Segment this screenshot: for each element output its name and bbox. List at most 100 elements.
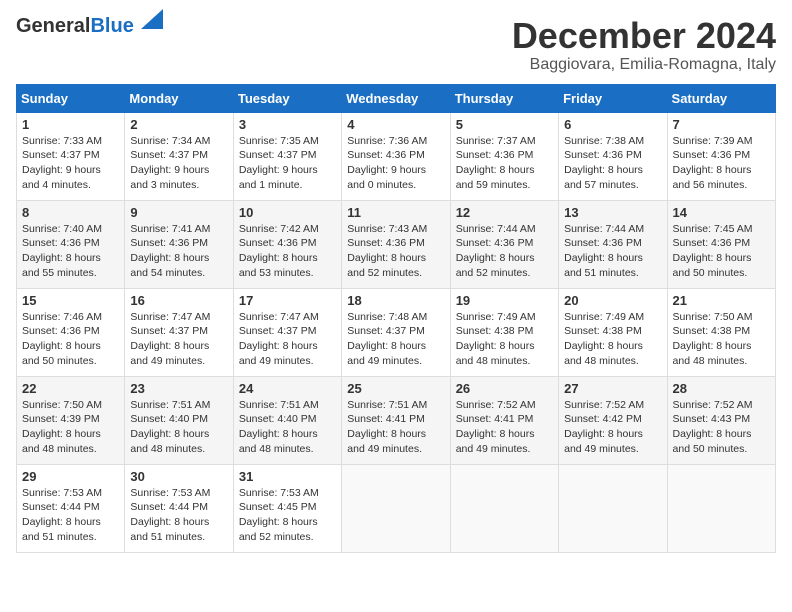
day-info: Sunrise: 7:38 AMSunset: 4:36 PMDaylight:… — [564, 135, 644, 191]
calendar-week-3: 15 Sunrise: 7:46 AMSunset: 4:36 PMDaylig… — [17, 288, 776, 376]
logo-general-text: General — [16, 15, 90, 37]
day-info: Sunrise: 7:51 AMSunset: 4:40 PMDaylight:… — [130, 399, 210, 455]
day-info: Sunrise: 7:51 AMSunset: 4:41 PMDaylight:… — [347, 399, 427, 455]
calendar-cell: 24 Sunrise: 7:51 AMSunset: 4:40 PMDaylig… — [233, 376, 341, 464]
logo-text: GeneralBlue — [16, 16, 163, 37]
day-number: 4 — [347, 117, 444, 132]
day-info: Sunrise: 7:49 AMSunset: 4:38 PMDaylight:… — [456, 311, 536, 367]
calendar-cell: 30 Sunrise: 7:53 AMSunset: 4:44 PMDaylig… — [125, 464, 233, 552]
calendar-cell: 20 Sunrise: 7:49 AMSunset: 4:38 PMDaylig… — [559, 288, 667, 376]
day-number: 24 — [239, 381, 336, 396]
day-number: 7 — [673, 117, 770, 132]
col-monday: Monday — [125, 84, 233, 112]
calendar-week-4: 22 Sunrise: 7:50 AMSunset: 4:39 PMDaylig… — [17, 376, 776, 464]
day-info: Sunrise: 7:48 AMSunset: 4:37 PMDaylight:… — [347, 311, 427, 367]
day-info: Sunrise: 7:45 AMSunset: 4:36 PMDaylight:… — [673, 223, 753, 279]
col-sunday: Sunday — [17, 84, 125, 112]
day-number: 18 — [347, 293, 444, 308]
col-friday: Friday — [559, 84, 667, 112]
day-info: Sunrise: 7:47 AMSunset: 4:37 PMDaylight:… — [130, 311, 210, 367]
calendar-cell: 8 Sunrise: 7:40 AMSunset: 4:36 PMDayligh… — [17, 200, 125, 288]
day-number: 21 — [673, 293, 770, 308]
day-info: Sunrise: 7:33 AMSunset: 4:37 PMDaylight:… — [22, 135, 102, 191]
header-row: Sunday Monday Tuesday Wednesday Thursday… — [17, 84, 776, 112]
day-info: Sunrise: 7:53 AMSunset: 4:44 PMDaylight:… — [130, 487, 210, 543]
day-info: Sunrise: 7:46 AMSunset: 4:36 PMDaylight:… — [22, 311, 102, 367]
calendar-cell: 12 Sunrise: 7:44 AMSunset: 4:36 PMDaylig… — [450, 200, 558, 288]
day-info: Sunrise: 7:44 AMSunset: 4:36 PMDaylight:… — [564, 223, 644, 279]
day-info: Sunrise: 7:36 AMSunset: 4:36 PMDaylight:… — [347, 135, 427, 191]
day-number: 28 — [673, 381, 770, 396]
calendar-cell: 22 Sunrise: 7:50 AMSunset: 4:39 PMDaylig… — [17, 376, 125, 464]
day-info: Sunrise: 7:52 AMSunset: 4:42 PMDaylight:… — [564, 399, 644, 455]
calendar-cell: 17 Sunrise: 7:47 AMSunset: 4:37 PMDaylig… — [233, 288, 341, 376]
day-number: 25 — [347, 381, 444, 396]
day-info: Sunrise: 7:49 AMSunset: 4:38 PMDaylight:… — [564, 311, 644, 367]
day-info: Sunrise: 7:52 AMSunset: 4:43 PMDaylight:… — [673, 399, 753, 455]
day-info: Sunrise: 7:42 AMSunset: 4:36 PMDaylight:… — [239, 223, 319, 279]
day-number: 22 — [22, 381, 119, 396]
day-info: Sunrise: 7:44 AMSunset: 4:36 PMDaylight:… — [456, 223, 536, 279]
day-info: Sunrise: 7:41 AMSunset: 4:36 PMDaylight:… — [130, 223, 210, 279]
day-info: Sunrise: 7:51 AMSunset: 4:40 PMDaylight:… — [239, 399, 319, 455]
calendar-cell: 15 Sunrise: 7:46 AMSunset: 4:36 PMDaylig… — [17, 288, 125, 376]
calendar-cell: 31 Sunrise: 7:53 AMSunset: 4:45 PMDaylig… — [233, 464, 341, 552]
day-info: Sunrise: 7:47 AMSunset: 4:37 PMDaylight:… — [239, 311, 319, 367]
day-number: 12 — [456, 205, 553, 220]
calendar-cell: 26 Sunrise: 7:52 AMSunset: 4:41 PMDaylig… — [450, 376, 558, 464]
day-number: 6 — [564, 117, 661, 132]
day-info: Sunrise: 7:52 AMSunset: 4:41 PMDaylight:… — [456, 399, 536, 455]
day-info: Sunrise: 7:53 AMSunset: 4:44 PMDaylight:… — [22, 487, 102, 543]
calendar-cell — [559, 464, 667, 552]
calendar-cell: 6 Sunrise: 7:38 AMSunset: 4:36 PMDayligh… — [559, 112, 667, 200]
day-number: 14 — [673, 205, 770, 220]
calendar-cell: 13 Sunrise: 7:44 AMSunset: 4:36 PMDaylig… — [559, 200, 667, 288]
calendar-cell: 18 Sunrise: 7:48 AMSunset: 4:37 PMDaylig… — [342, 288, 450, 376]
calendar-cell: 28 Sunrise: 7:52 AMSunset: 4:43 PMDaylig… — [667, 376, 775, 464]
day-number: 29 — [22, 469, 119, 484]
calendar-cell: 5 Sunrise: 7:37 AMSunset: 4:36 PMDayligh… — [450, 112, 558, 200]
day-info: Sunrise: 7:50 AMSunset: 4:39 PMDaylight:… — [22, 399, 102, 455]
calendar-cell: 9 Sunrise: 7:41 AMSunset: 4:36 PMDayligh… — [125, 200, 233, 288]
calendar-cell — [342, 464, 450, 552]
calendar-cell: 7 Sunrise: 7:39 AMSunset: 4:36 PMDayligh… — [667, 112, 775, 200]
main-title: December 2024 — [512, 16, 776, 56]
day-number: 16 — [130, 293, 227, 308]
calendar-cell: 14 Sunrise: 7:45 AMSunset: 4:36 PMDaylig… — [667, 200, 775, 288]
day-number: 30 — [130, 469, 227, 484]
day-number: 27 — [564, 381, 661, 396]
logo-icon — [141, 9, 163, 29]
day-info: Sunrise: 7:34 AMSunset: 4:37 PMDaylight:… — [130, 135, 210, 191]
calendar-cell: 25 Sunrise: 7:51 AMSunset: 4:41 PMDaylig… — [342, 376, 450, 464]
day-number: 3 — [239, 117, 336, 132]
col-tuesday: Tuesday — [233, 84, 341, 112]
day-info: Sunrise: 7:39 AMSunset: 4:36 PMDaylight:… — [673, 135, 753, 191]
calendar-cell — [450, 464, 558, 552]
calendar-week-1: 1 Sunrise: 7:33 AMSunset: 4:37 PMDayligh… — [17, 112, 776, 200]
day-number: 13 — [564, 205, 661, 220]
day-number: 10 — [239, 205, 336, 220]
calendar-header: Sunday Monday Tuesday Wednesday Thursday… — [17, 84, 776, 112]
calendar-cell: 10 Sunrise: 7:42 AMSunset: 4:36 PMDaylig… — [233, 200, 341, 288]
day-number: 9 — [130, 205, 227, 220]
calendar-cell: 2 Sunrise: 7:34 AMSunset: 4:37 PMDayligh… — [125, 112, 233, 200]
logo-blue-text: Blue — [90, 15, 133, 37]
day-info: Sunrise: 7:50 AMSunset: 4:38 PMDaylight:… — [673, 311, 753, 367]
col-thursday: Thursday — [450, 84, 558, 112]
day-info: Sunrise: 7:43 AMSunset: 4:36 PMDaylight:… — [347, 223, 427, 279]
calendar-table: Sunday Monday Tuesday Wednesday Thursday… — [16, 84, 776, 553]
day-info: Sunrise: 7:37 AMSunset: 4:36 PMDaylight:… — [456, 135, 536, 191]
day-info: Sunrise: 7:35 AMSunset: 4:37 PMDaylight:… — [239, 135, 319, 191]
col-saturday: Saturday — [667, 84, 775, 112]
day-number: 20 — [564, 293, 661, 308]
day-number: 17 — [239, 293, 336, 308]
calendar-cell: 23 Sunrise: 7:51 AMSunset: 4:40 PMDaylig… — [125, 376, 233, 464]
calendar-cell: 27 Sunrise: 7:52 AMSunset: 4:42 PMDaylig… — [559, 376, 667, 464]
logo: GeneralBlue — [16, 16, 163, 37]
day-number: 1 — [22, 117, 119, 132]
day-number: 15 — [22, 293, 119, 308]
calendar-week-5: 29 Sunrise: 7:53 AMSunset: 4:44 PMDaylig… — [17, 464, 776, 552]
calendar-cell: 11 Sunrise: 7:43 AMSunset: 4:36 PMDaylig… — [342, 200, 450, 288]
day-number: 31 — [239, 469, 336, 484]
calendar-cell: 3 Sunrise: 7:35 AMSunset: 4:37 PMDayligh… — [233, 112, 341, 200]
